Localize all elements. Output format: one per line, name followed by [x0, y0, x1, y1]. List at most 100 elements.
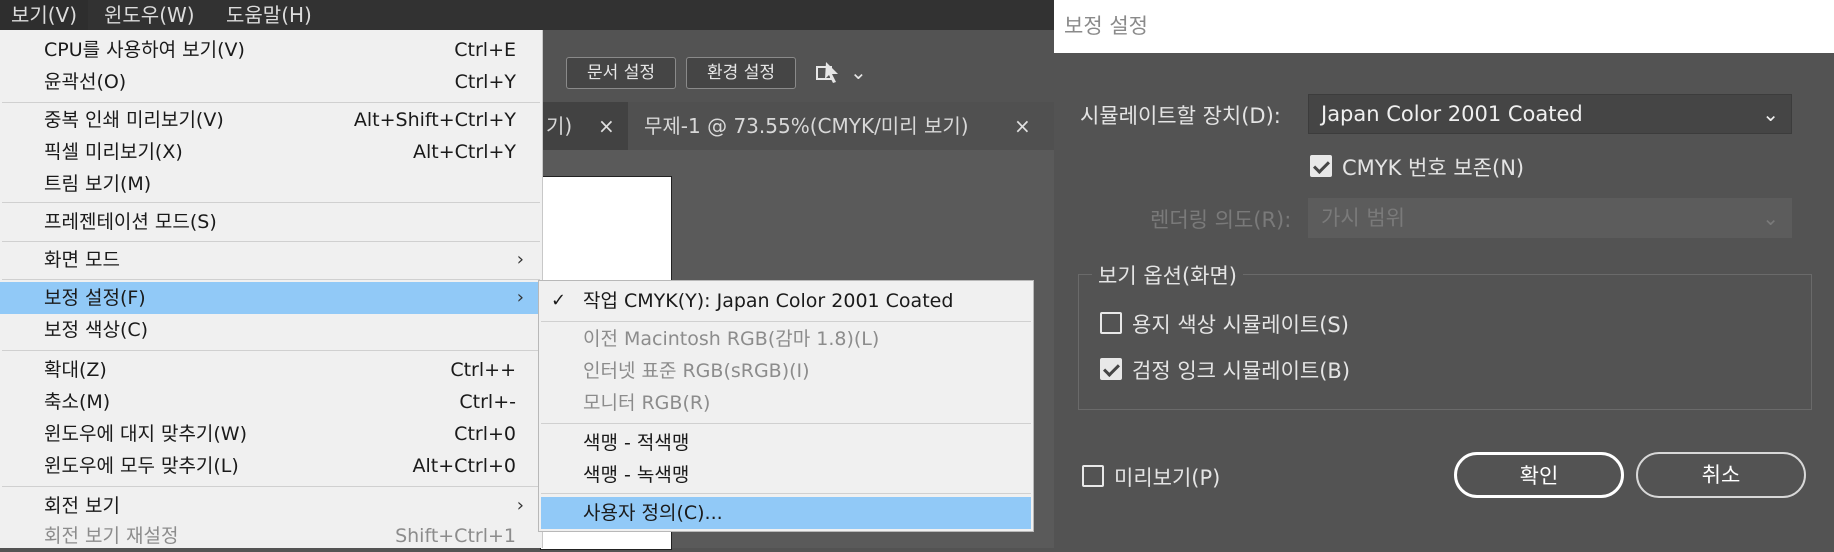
preserve-cmyk-label: CMYK 번호 보존(N)	[1342, 156, 1525, 180]
menu-item-label: CPU를 사용하여 보기(V)	[44, 39, 245, 61]
menu-item-cpu-view[interactable]: CPU를 사용하여 보기(V) Ctrl+E	[0, 34, 542, 66]
menu-item-shortcut: Ctrl+-	[459, 391, 516, 413]
menu-separator	[2, 202, 540, 203]
menu-separator	[2, 279, 540, 280]
simulate-paper-checkbox[interactable]	[1100, 312, 1122, 334]
rendering-intent-label: 렌더링 의도(R):	[1150, 208, 1292, 232]
close-icon[interactable]: ×	[598, 102, 615, 150]
menu-item-label: 확대(Z)	[44, 359, 107, 381]
submenu-item-label: 모니터 RGB(R)	[583, 392, 711, 414]
check-icon: ✓	[551, 290, 567, 311]
view-menu: CPU를 사용하여 보기(V) Ctrl+E 윤곽선(O) Ctrl+Y 중복 …	[0, 30, 543, 548]
ok-button[interactable]: 확인	[1454, 452, 1624, 498]
menu-item-reset-rotate-view: 회전 보기 재설정 Shift+Ctrl+1	[0, 520, 542, 552]
submenu-item-protanopia[interactable]: 색맹 - 적색맹	[541, 427, 1031, 459]
submenu-item-label: 이전 Macintosh RGB(감마 1.8)(L)	[583, 328, 880, 350]
submenu-item-working-cmyk[interactable]: ✓ 작업 CMYK(Y): Japan Color 2001 Coated	[541, 285, 1031, 317]
menu-item-zoom-out[interactable]: 축소(M) Ctrl+-	[0, 386, 542, 418]
dialog-title: 보정 설정	[1064, 14, 1148, 38]
preserve-cmyk-checkbox[interactable]	[1310, 155, 1332, 177]
menu-item-fit-artboard[interactable]: 윈도우에 대지 맞추기(W) Ctrl+0	[0, 418, 542, 450]
menu-item-label: 회전 보기 재설정	[44, 525, 179, 547]
simulate-ink-label: 검정 잉크 시뮬레이트(B)	[1132, 359, 1351, 383]
menu-item-label: 보정 색상(C)	[44, 319, 149, 341]
preview-checkbox[interactable]	[1082, 465, 1104, 487]
menu-separator	[541, 423, 1031, 424]
simulate-ink-checkbox[interactable]	[1100, 358, 1122, 380]
menu-item-label: 트림 보기(M)	[44, 173, 152, 195]
menu-separator	[2, 102, 540, 103]
menu-item-outline[interactable]: 윤곽선(O) Ctrl+Y	[0, 66, 542, 98]
device-select[interactable]: Japan Color 2001 Coated ⌄	[1308, 94, 1792, 134]
menu-item-shortcut: Alt+Ctrl+Y	[413, 141, 516, 163]
submenu-arrow-icon: ›	[516, 249, 524, 270]
dialog-title-bar: 보정 설정	[1054, 0, 1834, 53]
menu-item-proof-setup[interactable]: 보정 설정(F) ›	[0, 282, 542, 314]
menu-separator	[541, 321, 1031, 322]
menu-item-label: 축소(M)	[44, 391, 111, 413]
chevron-down-icon: ⌄	[1762, 206, 1779, 230]
menu-item-shortcut: Ctrl+E	[454, 39, 516, 61]
menu-item-trim-view[interactable]: 트림 보기(M)	[0, 168, 542, 200]
menu-separator	[2, 241, 540, 242]
menu-item-pixel-preview[interactable]: 픽셀 미리보기(X) Alt+Ctrl+Y	[0, 136, 542, 168]
menu-item-shortcut: Alt+Shift+Ctrl+Y	[353, 109, 516, 131]
menu-help[interactable]: 도움말(H)	[226, 0, 312, 30]
menu-item-shortcut: Ctrl++	[450, 359, 516, 381]
menu-view[interactable]: 보기(V)	[0, 0, 88, 30]
menu-item-label: 픽셀 미리보기(X)	[44, 141, 183, 163]
menu-item-rotate-view[interactable]: 회전 보기 ›	[0, 490, 542, 522]
menu-item-zoom-in[interactable]: 확대(Z) Ctrl++	[0, 354, 542, 386]
menu-item-label: 윤곽선(O)	[44, 71, 127, 93]
submenu-arrow-icon: ›	[516, 495, 524, 516]
menu-item-screen-mode[interactable]: 화면 모드 ›	[0, 244, 542, 276]
submenu-item-macintosh-rgb: 이전 Macintosh RGB(감마 1.8)(L)	[541, 323, 1031, 355]
close-icon[interactable]: ×	[1014, 102, 1031, 150]
submenu-item-monitor-rgb: 모니터 RGB(R)	[541, 387, 1031, 419]
chevron-down-icon[interactable]: ⌄	[850, 60, 867, 84]
device-select-value: Japan Color 2001 Coated	[1321, 102, 1583, 126]
menu-item-presentation-mode[interactable]: 프레젠테이션 모드(S)	[0, 206, 542, 238]
tab-untitled-1[interactable]: 무제-1 @ 73.55%(CMYK/미리 보기)	[628, 102, 1054, 150]
menu-item-label: 화면 모드	[44, 249, 120, 271]
arrange-icon[interactable]	[814, 58, 844, 88]
menu-separator	[2, 350, 540, 351]
device-label: 시뮬레이트할 장치(D):	[1080, 104, 1281, 128]
menu-separator	[2, 486, 540, 487]
document-setup-button[interactable]: 문서 설정	[566, 57, 676, 89]
chevron-down-icon: ⌄	[1762, 102, 1779, 126]
rendering-intent-select: 가시 범위 ⌄	[1308, 198, 1792, 238]
menu-item-label: 회전 보기	[44, 495, 120, 517]
menu-item-proof-colors[interactable]: 보정 색상(C)	[0, 314, 542, 346]
submenu-item-label: 작업 CMYK(Y): Japan Color 2001 Coated	[583, 290, 954, 312]
submenu-item-customize[interactable]: 사용자 정의(C)...	[541, 497, 1031, 529]
menu-item-label: 프레젠테이션 모드(S)	[44, 211, 217, 233]
menu-separator	[541, 493, 1031, 494]
submenu-item-label: 사용자 정의(C)...	[583, 502, 723, 524]
rendering-intent-value: 가시 범위	[1321, 206, 1405, 230]
menu-item-shortcut: Ctrl+0	[454, 423, 516, 445]
preview-label: 미리보기(P)	[1114, 466, 1221, 490]
menu-window[interactable]: 윈도우(W)	[104, 0, 195, 30]
menu-item-overprint-preview[interactable]: 중복 인쇄 미리보기(V) Alt+Shift+Ctrl+Y	[0, 104, 542, 136]
cancel-button[interactable]: 취소	[1636, 452, 1806, 498]
menu-item-label: 윈도우에 모두 맞추기(L)	[44, 455, 239, 477]
menu-bar: 보기(V) 윈도우(W) 도움말(H)	[0, 0, 1054, 30]
tab-previous-document[interactable]: 기)	[546, 102, 572, 150]
preferences-button[interactable]: 환경 설정	[686, 57, 796, 89]
submenu-item-label: 색맹 - 적색맹	[583, 432, 690, 454]
menu-item-shortcut: Ctrl+Y	[454, 71, 516, 93]
menu-item-shortcut: Shift+Ctrl+1	[395, 525, 516, 547]
menu-item-label: 윈도우에 대지 맞추기(W)	[44, 423, 248, 445]
menu-item-fit-all[interactable]: 윈도우에 모두 맞추기(L) Alt+Ctrl+0	[0, 450, 542, 482]
submenu-item-internet-srgb: 인터넷 표준 RGB(sRGB)(I)	[541, 355, 1031, 387]
submenu-item-label: 색맹 - 녹색맹	[583, 464, 690, 486]
simulate-paper-label: 용지 색상 시뮬레이트(S)	[1132, 313, 1349, 337]
submenu-item-deuteranopia[interactable]: 색맹 - 녹색맹	[541, 459, 1031, 491]
menu-item-label: 보정 설정(F)	[44, 287, 146, 309]
display-options-group	[1078, 274, 1812, 410]
submenu-arrow-icon: ›	[516, 287, 524, 308]
menu-item-label: 중복 인쇄 미리보기(V)	[44, 109, 224, 131]
submenu-item-label: 인터넷 표준 RGB(sRGB)(I)	[583, 360, 810, 382]
proof-setup-submenu: ✓ 작업 CMYK(Y): Japan Color 2001 Coated 이전…	[538, 280, 1034, 532]
